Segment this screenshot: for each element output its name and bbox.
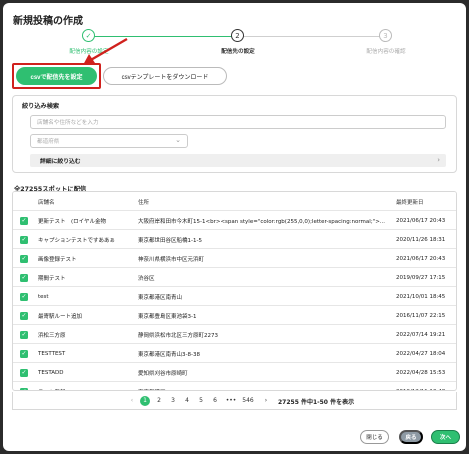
table-row[interactable]: ✓ 画像登録テスト 神奈川県横浜市中区元浜町 2021/06/17 20:43 bbox=[13, 249, 456, 268]
page-4-button[interactable]: 4 bbox=[182, 396, 192, 406]
detail-filter-label: 詳細に絞り込む bbox=[40, 159, 81, 165]
prefecture-select[interactable]: 都道府県 ⌄ bbox=[30, 134, 188, 148]
row-address: 神奈川県横浜市中区元浜町 bbox=[138, 256, 205, 263]
page-546-button[interactable]: 546 bbox=[239, 396, 257, 406]
spot-table: 店舗名 住所 最終更新日 ✓ 更新テスト (ロイヤル金物 大阪府岸和田市今木町1… bbox=[12, 191, 457, 391]
row-checkbox[interactable]: ✓ bbox=[20, 368, 28, 377]
detail-filter-toggle[interactable]: 詳細に絞り込む › bbox=[30, 154, 446, 167]
row-checkbox[interactable]: ✓ bbox=[20, 330, 28, 339]
row-checkbox[interactable]: ✓ bbox=[20, 349, 28, 358]
row-address: 静岡県浜松市北区三方原町2273 bbox=[138, 332, 218, 339]
prev-page-button[interactable]: ‹ bbox=[127, 396, 137, 406]
table-header-row: 店舗名 住所 最終更新日 bbox=[13, 192, 456, 211]
row-date: 2019/12/11 10:48 bbox=[396, 382, 456, 391]
csv-set-recipients-button[interactable]: csvで配信先を設定 bbox=[16, 67, 97, 85]
table-row[interactable]: ✓ 最寄駅ルート追加 東京都豊島区東池袋3-1 2016/11/07 22:15 bbox=[13, 306, 456, 325]
chevron-down-icon: ⌄ bbox=[175, 136, 181, 144]
pagination: ‹ 1 2 3 4 5 6 ••• 546 › 27255 件中1-50 件を表… bbox=[12, 392, 457, 410]
table-row[interactable]: ✓ 期間テスト 渋谷区 2019/09/27 17:15 bbox=[13, 268, 456, 287]
row-date: 2021/06/17 20:43 bbox=[396, 217, 446, 224]
row-checkbox[interactable]: ✓ bbox=[20, 216, 28, 225]
table-row[interactable]: ✓ キャプションテストですああぁ 東京都世田谷区船橋1-1-5 2020/11/… bbox=[13, 230, 456, 249]
create-post-dialog: 新規投稿の作成 ✓ 配信内容の設定 2 配信先の設定 3 配信内容の確認 csv… bbox=[3, 3, 466, 451]
row-checkbox[interactable]: ✓ bbox=[20, 311, 28, 320]
row-address: 東京都世田谷区船橋1-1-5 bbox=[138, 237, 202, 244]
row-date: 2022/04/28 15:53 bbox=[396, 369, 446, 376]
row-date: 2021/10/01 18:45 bbox=[396, 293, 446, 300]
table-row[interactable]: ✓ TESTTEST 東京都港区南青山3-8-38 2022/04/27 18:… bbox=[13, 344, 456, 363]
row-date: 2020/11/26 18:31 bbox=[396, 236, 446, 243]
row-checkbox[interactable]: ✓ bbox=[20, 387, 28, 390]
row-checkbox[interactable]: ✓ bbox=[20, 292, 28, 301]
page-6-button[interactable]: 6 bbox=[210, 396, 220, 406]
csv-template-download-button[interactable]: csvテンプレートをダウンロード bbox=[103, 67, 227, 85]
store-search-input[interactable]: 店舗名や住所などを入力 bbox=[30, 115, 446, 129]
row-address: 渋谷区 bbox=[138, 275, 155, 282]
next-button[interactable]: 次へ bbox=[431, 430, 460, 444]
row-date: 2016/11/07 22:15 bbox=[396, 312, 446, 319]
chevron-right-icon: › bbox=[437, 156, 440, 164]
filter-title: 絞り込み検索 bbox=[22, 103, 60, 110]
table-row[interactable]: ✓ 浜松三方原 静岡県浜松市北区三方原町2273 2022/07/14 19:2… bbox=[13, 325, 456, 344]
table-row[interactable]: ✓ test 東京都港区南青山 2021/10/01 18:45 bbox=[13, 287, 456, 306]
row-date: 2022/07/14 19:21 bbox=[396, 331, 446, 338]
row-address: 東京都豊島区東池袋3-1 bbox=[138, 313, 197, 320]
store-search-placeholder: 店舗名や住所などを入力 bbox=[37, 120, 99, 126]
column-header-date: 最終更新日 bbox=[396, 199, 424, 206]
pagination-info: 27255 件中1-50 件を表示 bbox=[278, 399, 355, 406]
step-2-number: 2 bbox=[231, 29, 244, 42]
page-2-button[interactable]: 2 bbox=[154, 396, 164, 406]
column-header-address: 住所 bbox=[138, 199, 150, 206]
row-address: 大阪府岸和田市今木町15-1<br><span style="color:rgb… bbox=[138, 218, 386, 225]
step-3-label: 配信内容の確認 bbox=[366, 49, 406, 55]
page-1-button[interactable]: 1 bbox=[140, 396, 150, 406]
table-row[interactable]: ✓ 更新テスト (ロイヤル金物 大阪府岸和田市今木町15-1<br><span … bbox=[13, 211, 456, 230]
step-3-number: 3 bbox=[379, 29, 392, 42]
page-ellipsis: ••• bbox=[225, 397, 237, 404]
row-address: 東京都港区南青山 bbox=[138, 294, 183, 301]
table-row[interactable]: ✓ TESTADD 愛知県刈谷市原崎町 2022/04/28 15:53 bbox=[13, 363, 456, 382]
row-address: 東京都港区南青山3-8-38 bbox=[138, 351, 200, 358]
step-2-label: 配信先の設定 bbox=[221, 49, 255, 55]
row-date: 2022/04/27 18:04 bbox=[396, 350, 446, 357]
page-5-button[interactable]: 5 bbox=[196, 396, 206, 406]
stepper: ✓ 配信内容の設定 2 配信先の設定 3 配信内容の確認 bbox=[3, 25, 466, 61]
row-checkbox[interactable]: ✓ bbox=[20, 235, 28, 244]
page-3-button[interactable]: 3 bbox=[168, 396, 178, 406]
prefecture-placeholder: 都道府県 bbox=[37, 139, 60, 145]
stepper-line-pending bbox=[241, 36, 381, 37]
next-page-button[interactable]: › bbox=[261, 396, 271, 406]
row-address: 東京都港区 bbox=[138, 382, 393, 391]
table-row[interactable]: ✓ テスト登録 東京都港区 2019/12/11 10:48 bbox=[13, 382, 456, 391]
row-checkbox[interactable]: ✓ bbox=[20, 273, 28, 282]
back-button[interactable]: 戻る bbox=[399, 430, 423, 444]
row-date: 2019/09/27 17:15 bbox=[396, 274, 446, 281]
row-date: 2021/06/17 20:43 bbox=[396, 255, 446, 262]
row-address: 愛知県刈谷市原崎町 bbox=[138, 370, 188, 377]
close-button[interactable]: 閉じる bbox=[360, 430, 389, 444]
row-checkbox[interactable]: ✓ bbox=[20, 254, 28, 263]
